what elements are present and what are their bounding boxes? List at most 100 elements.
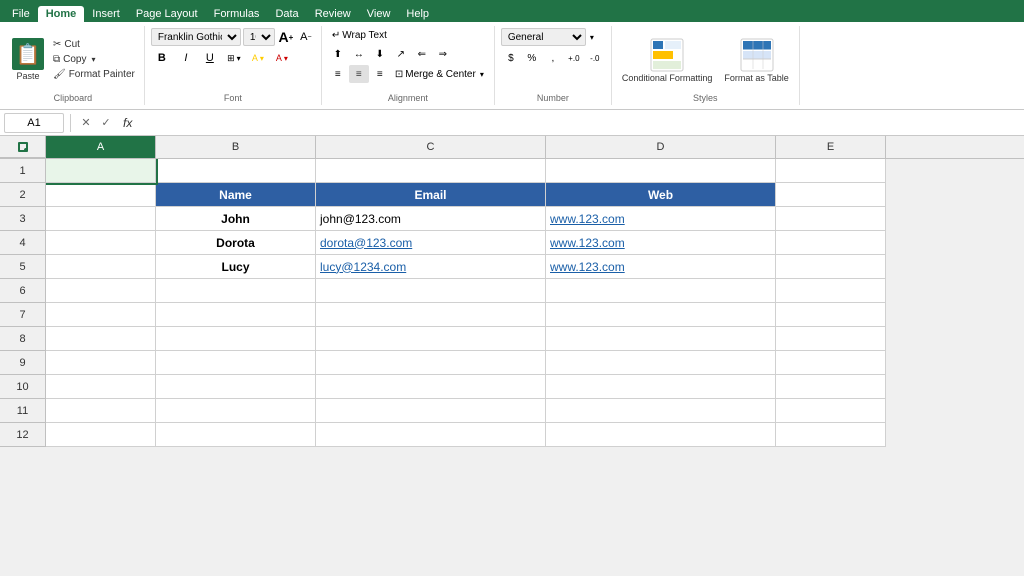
cell-c12[interactable]	[316, 423, 546, 447]
tab-data[interactable]: Data	[267, 6, 306, 22]
cell-b7[interactable]	[156, 303, 316, 327]
conditional-formatting-button[interactable]: Conditional Formatting	[618, 35, 717, 85]
font-name-select[interactable]: Franklin Gothic M	[151, 28, 241, 46]
cell-e6[interactable]	[776, 279, 886, 303]
cell-c9[interactable]	[316, 351, 546, 375]
borders-button[interactable]: ⊞▾	[223, 49, 245, 67]
format-painter-button[interactable]: 🖌 Format Painter	[50, 68, 138, 81]
font-color-button[interactable]: A▾	[271, 49, 293, 67]
col-header-c[interactable]: C	[316, 136, 546, 158]
cell-c11[interactable]	[316, 399, 546, 423]
indent-increase-button[interactable]: ⇒	[433, 45, 453, 63]
align-center-button[interactable]: ≡	[349, 65, 369, 83]
row-header-4[interactable]: 4	[0, 231, 46, 255]
tab-review[interactable]: Review	[307, 6, 359, 22]
cell-b12[interactable]	[156, 423, 316, 447]
cell-c1[interactable]	[316, 159, 546, 183]
cell-b11[interactable]	[156, 399, 316, 423]
cell-a6[interactable]	[46, 279, 156, 303]
cell-b10[interactable]	[156, 375, 316, 399]
cell-b1[interactable]	[156, 159, 316, 183]
cell-b9[interactable]	[156, 351, 316, 375]
cell-c8[interactable]	[316, 327, 546, 351]
cell-e11[interactable]	[776, 399, 886, 423]
increase-font-button[interactable]: A+	[277, 28, 295, 46]
cell-b6[interactable]	[156, 279, 316, 303]
col-header-a[interactable]: A	[46, 136, 156, 158]
row-header-2[interactable]: 2	[0, 183, 46, 207]
tab-help[interactable]: Help	[398, 6, 437, 22]
cell-b4[interactable]: Dorota	[156, 231, 316, 255]
decrease-font-button[interactable]: A−	[297, 28, 315, 46]
cell-d2[interactable]: Web	[546, 183, 776, 207]
cell-d4[interactable]: www.123.com	[546, 231, 776, 255]
text-direction-button[interactable]: ↗	[391, 45, 411, 63]
cell-a11[interactable]	[46, 399, 156, 423]
formula-input[interactable]	[140, 113, 1020, 133]
select-all-button[interactable]	[0, 136, 46, 158]
tab-home[interactable]: Home	[38, 6, 85, 22]
indent-decrease-button[interactable]: ⇐	[412, 45, 432, 63]
cell-a1[interactable]	[46, 159, 156, 183]
row-header-12[interactable]: 12	[0, 423, 46, 447]
cell-e1[interactable]	[776, 159, 886, 183]
row-header-3[interactable]: 3	[0, 207, 46, 231]
col-header-d[interactable]: D	[546, 136, 776, 158]
cell-e9[interactable]	[776, 351, 886, 375]
cell-d8[interactable]	[546, 327, 776, 351]
cell-c3[interactable]: john@123.com	[316, 207, 546, 231]
cell-d3[interactable]: www.123.com	[546, 207, 776, 231]
cell-a12[interactable]	[46, 423, 156, 447]
row-header-8[interactable]: 8	[0, 327, 46, 351]
align-bottom-button[interactable]: ⬇	[370, 45, 390, 63]
col-header-b[interactable]: B	[156, 136, 316, 158]
cell-c5[interactable]: lucy@1234.com	[316, 255, 546, 279]
formula-cancel-button[interactable]: ✕	[77, 114, 95, 132]
col-header-e[interactable]: E	[776, 136, 886, 158]
underline-button[interactable]: U	[199, 49, 221, 67]
cell-d1[interactable]	[546, 159, 776, 183]
cell-reference-input[interactable]: A1	[4, 113, 64, 133]
cell-a3[interactable]	[46, 207, 156, 231]
row-header-9[interactable]: 9	[0, 351, 46, 375]
cell-e10[interactable]	[776, 375, 886, 399]
tab-formulas[interactable]: Formulas	[206, 6, 268, 22]
align-top-button[interactable]: ⬆	[328, 45, 348, 63]
copy-button[interactable]: ⧉ Copy ▾	[50, 53, 138, 66]
cell-b2[interactable]: Name	[156, 183, 316, 207]
cell-a10[interactable]	[46, 375, 156, 399]
formula-confirm-button[interactable]: ✓	[97, 114, 115, 132]
cell-e12[interactable]	[776, 423, 886, 447]
cell-b5[interactable]: Lucy	[156, 255, 316, 279]
align-left-button[interactable]: ≡	[328, 65, 348, 83]
cell-a4[interactable]	[46, 231, 156, 255]
cell-e5[interactable]	[776, 255, 886, 279]
percent-button[interactable]: %	[522, 49, 542, 67]
cell-c4[interactable]: dorota@123.com	[316, 231, 546, 255]
tab-page-layout[interactable]: Page Layout	[128, 6, 206, 22]
merge-center-button[interactable]: ⊡ Merge & Center ▾	[391, 67, 488, 82]
cell-d9[interactable]	[546, 351, 776, 375]
cell-c7[interactable]	[316, 303, 546, 327]
bold-button[interactable]: B	[151, 49, 173, 67]
tab-insert[interactable]: Insert	[84, 6, 128, 22]
align-right-button[interactable]: ≡	[370, 65, 390, 83]
cut-button[interactable]: ✂ Cut	[50, 38, 138, 51]
cell-d5[interactable]: www.123.com	[546, 255, 776, 279]
cell-b3[interactable]: John	[156, 207, 316, 231]
comma-button[interactable]: ,	[543, 49, 563, 67]
wrap-text-button[interactable]: ↵ Wrap Text	[328, 28, 391, 43]
cell-e7[interactable]	[776, 303, 886, 327]
row-header-11[interactable]: 11	[0, 399, 46, 423]
tab-view[interactable]: View	[359, 6, 399, 22]
cell-d10[interactable]	[546, 375, 776, 399]
cell-e4[interactable]	[776, 231, 886, 255]
cell-a2[interactable]	[46, 183, 156, 207]
row-header-1[interactable]: 1	[0, 159, 46, 183]
cell-c2[interactable]: Email	[316, 183, 546, 207]
cell-d12[interactable]	[546, 423, 776, 447]
cell-e3[interactable]	[776, 207, 886, 231]
cell-c10[interactable]	[316, 375, 546, 399]
italic-button[interactable]: I	[175, 49, 197, 67]
cell-d11[interactable]	[546, 399, 776, 423]
